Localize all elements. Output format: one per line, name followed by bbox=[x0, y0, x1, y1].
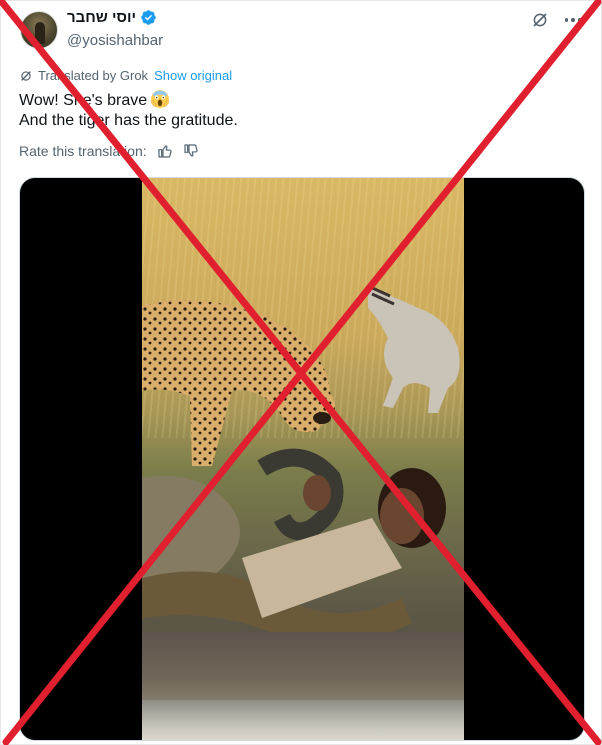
cheetah-cub-graphic bbox=[368, 284, 460, 413]
screaming-face-emoji-icon bbox=[151, 90, 170, 108]
tweet-text: Wow! She's brave And the tiger has the g… bbox=[19, 89, 238, 131]
thumbs-up-icon[interactable] bbox=[157, 143, 173, 159]
avatar-figure bbox=[35, 22, 45, 44]
user-handle[interactable]: @yosishahbar bbox=[67, 32, 163, 49]
top-actions bbox=[531, 11, 583, 29]
rate-translation-label: Rate this translation: bbox=[19, 143, 147, 159]
profile-avatar[interactable] bbox=[20, 11, 58, 49]
more-options-icon[interactable] bbox=[563, 11, 583, 29]
video-frame bbox=[142, 178, 464, 740]
translation-bar: Translated by Grok Show original bbox=[19, 68, 232, 83]
tweet-line-1-text: Wow! She's brave bbox=[19, 92, 148, 109]
thumbs-down-icon[interactable] bbox=[183, 143, 199, 159]
rate-translation-row: Rate this translation: bbox=[19, 143, 199, 159]
water-puddle bbox=[142, 700, 464, 740]
grok-small-icon bbox=[21, 70, 31, 81]
author-name-row: יוסי שחבר bbox=[67, 9, 157, 26]
woman-and-python-graphic bbox=[142, 448, 446, 644]
show-original-link[interactable]: Show original bbox=[154, 68, 232, 83]
translated-by-label: Translated by Grok bbox=[38, 68, 149, 83]
grok-icon[interactable] bbox=[531, 11, 549, 29]
display-name[interactable]: יוסי שחבר bbox=[67, 9, 136, 26]
tweet-text-line-2: And the tiger has the gratitude. bbox=[19, 112, 238, 129]
tweet-text-line-1: Wow! She's brave bbox=[19, 89, 238, 111]
video-player[interactable] bbox=[19, 177, 585, 741]
tweet-card: יוסי שחבר @yosishahbar Translated by Gro… bbox=[0, 0, 602, 745]
cheetah-graphic bbox=[142, 300, 335, 466]
verified-badge-icon bbox=[141, 10, 156, 25]
